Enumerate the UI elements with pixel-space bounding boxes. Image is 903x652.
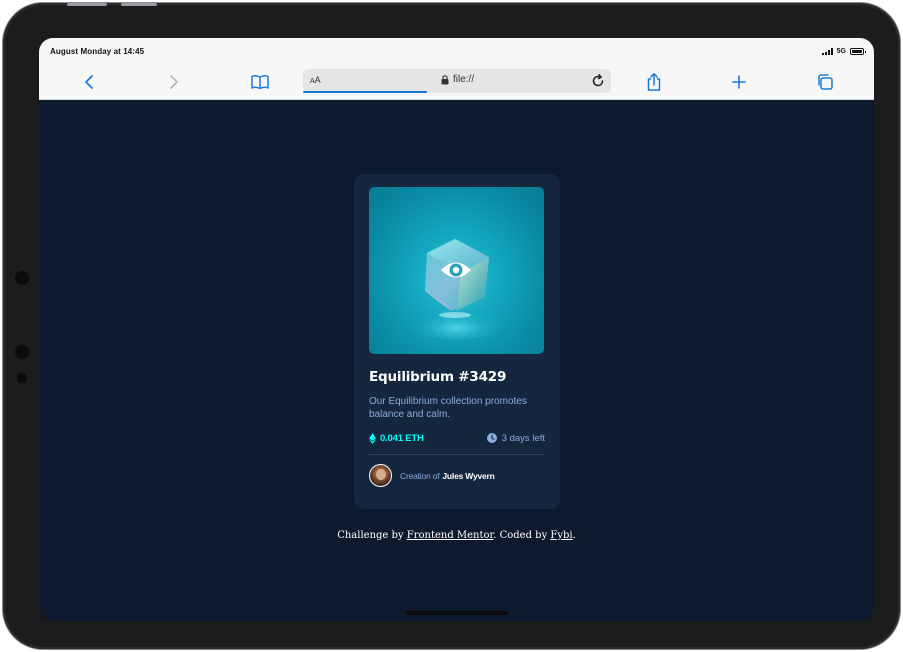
loading-progress	[303, 91, 427, 93]
attribution-prefix: Challenge by	[337, 530, 407, 541]
reload-icon[interactable]	[589, 72, 607, 90]
attribution-suffix: .	[572, 530, 576, 541]
web-page: Equilibrium #3429 Our Equilibrium collec…	[39, 100, 874, 621]
status-indicators: 5G	[821, 47, 866, 55]
frontend-mentor-link[interactable]: Frontend Mentor	[407, 530, 493, 541]
creator-name-link[interactable]: Jules Wyvern	[442, 471, 494, 481]
signal-icon	[821, 47, 833, 55]
clock-icon	[486, 433, 497, 443]
lock-icon	[441, 74, 449, 84]
volume-down-button	[121, 3, 157, 6]
network-label: 5G	[836, 47, 846, 55]
status-bar: August Monday at 14:45 5G	[39, 38, 874, 64]
sensor-dot	[17, 373, 27, 383]
new-tab-icon[interactable]	[728, 71, 750, 93]
back-icon[interactable]	[78, 71, 100, 93]
ipad-frame: August Monday at 14:45 5G AA file:// Equ…	[3, 3, 900, 649]
card-divider	[369, 454, 545, 455]
url-display[interactable]: file://	[441, 74, 474, 85]
nft-description: Our Equilibrium collection promotes bala…	[369, 396, 527, 420]
home-indicator[interactable]	[406, 611, 508, 615]
camera-dot	[15, 271, 29, 285]
avatar	[369, 464, 392, 487]
address-bar[interactable]: AA file://	[303, 69, 611, 93]
creator-row: Creation of Jules Wyvern	[369, 464, 545, 487]
price-value: 0.041 ETH	[380, 432, 424, 444]
attribution-middle: . Coded by	[493, 530, 551, 541]
battery-icon	[850, 47, 866, 55]
creator-text: Creation of Jules Wyvern	[400, 471, 495, 481]
price: 0.041 ETH	[369, 432, 424, 444]
nft-card: Equilibrium #3429 Our Equilibrium collec…	[354, 174, 560, 509]
tabs-icon[interactable]	[814, 71, 836, 93]
bookmarks-icon[interactable]	[249, 71, 271, 93]
nft-title[interactable]: Equilibrium #3429	[369, 369, 545, 385]
screen: August Monday at 14:45 5G AA file:// Equ…	[39, 38, 874, 621]
attribution: Challenge by Frontend Mentor. Coded by F…	[39, 530, 874, 541]
browser-toolbar: AA file://	[39, 64, 874, 100]
volume-up-button	[67, 3, 107, 6]
nft-stats: 0.041 ETH 3 days left	[369, 431, 545, 445]
nft-image[interactable]	[369, 187, 544, 354]
reader-aa-button[interactable]: AA	[310, 75, 321, 85]
author-link[interactable]: Fybi	[550, 530, 572, 541]
equilibrium-cube-image	[397, 239, 517, 339]
url-text: file://	[453, 74, 475, 85]
status-time: August Monday at 14:45	[50, 46, 145, 56]
forward-icon[interactable]	[163, 71, 185, 93]
sensor-dot	[15, 345, 29, 359]
creator-prefix: Creation of	[400, 470, 440, 481]
ethereum-icon	[369, 432, 376, 444]
share-icon[interactable]	[643, 71, 665, 93]
time-left-value: 3 days left	[501, 432, 545, 444]
time-left: 3 days left	[486, 432, 545, 444]
